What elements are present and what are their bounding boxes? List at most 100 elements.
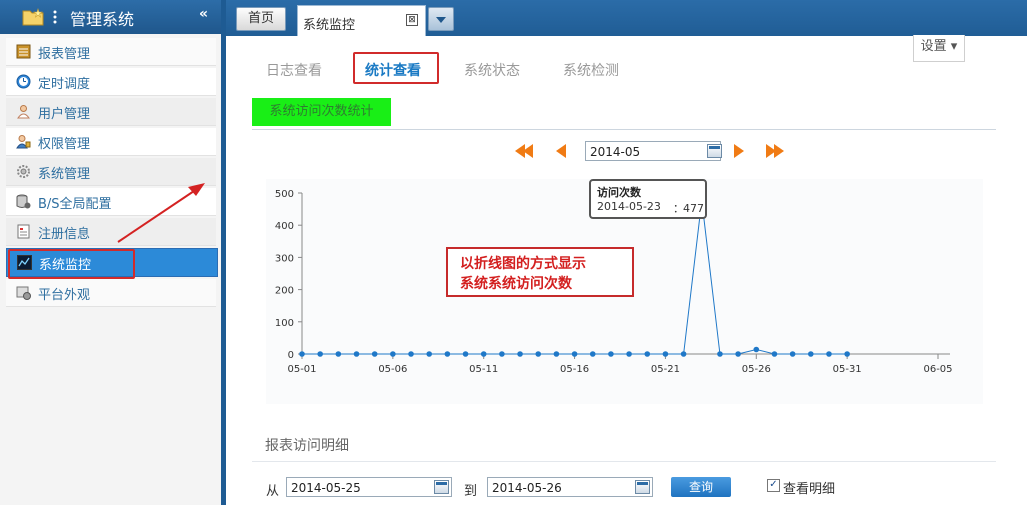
y-tick-label: 300 [275,253,294,264]
y-tick-label: 0 [288,350,294,361]
subtab-log[interactable]: 日志查看 [266,60,322,80]
chart-tooltip: 访问次数 2014-05-23 ： 477 [589,179,707,219]
x-tick-label: 05-21 [651,364,680,375]
divider [252,129,996,130]
data-point [680,351,687,357]
sidebar-item-label: 系统监控 [39,258,92,273]
sidebar-item-bs-config[interactable]: B/S全局配置 [6,188,216,216]
menu-dots-icon [53,10,57,24]
tab-home[interactable]: 首页 [236,7,286,31]
report-icon [16,44,31,59]
tab-system-monitor[interactable]: 系统监控 ⊠ [297,5,426,37]
annotation-line-1: 以折线图的方式显示 [460,256,586,272]
user-icon [17,105,30,119]
data-point [589,351,596,357]
app-title: 管理系统 [70,10,135,29]
calendar-icon[interactable] [635,480,650,494]
sidebar-item-system[interactable]: 系统管理 [6,158,216,186]
calendar-icon[interactable] [707,144,722,158]
sidebar-item-label: 注册信息 [38,227,91,242]
x-tick-label: 05-16 [560,364,589,375]
tab-label: 系统监控 [303,18,356,33]
subtab-statistics[interactable]: 统计查看 [365,60,421,80]
data-point [499,351,505,357]
data-point [408,351,414,357]
next-month-button[interactable] [734,144,744,162]
sidebar-item-report[interactable]: 报表管理 [6,38,216,66]
line-chart: 0 100 200 300 400 500 05-01 05-06 05-11 05-16 05-2… [266,179,983,404]
sidebar-item-schedule[interactable]: 定时调度 [6,68,216,96]
clock-icon [16,74,31,89]
to-label: 到 [464,484,478,499]
sidebar-item-monitor[interactable]: 系统监控 [6,248,218,277]
data-point [789,351,796,357]
subtab-check[interactable]: 系统检测 [563,60,619,80]
sidebar-item-appearance[interactable]: 平台外观 [6,279,216,307]
x-tick-label: 05-06 [378,364,407,375]
y-tick-label: 500 [275,189,294,200]
monitor-icon [17,255,32,270]
sidebar-item-permission[interactable]: 权限管理 [6,128,216,156]
appearance-icon [16,286,31,300]
data-point [426,351,432,357]
data-point [353,351,360,357]
month-input[interactable]: 2014-05 [585,141,721,161]
section-label: 系统访问次数统计 [252,98,391,126]
chevron-down-icon [436,17,446,23]
permission-icon [16,135,31,149]
data-point [444,351,451,357]
data-point [299,351,305,357]
data-point [517,351,523,357]
data-point [317,351,323,357]
data-point [662,351,669,357]
data-point [626,351,632,357]
register-icon [17,224,30,239]
query-button[interactable]: 查询 [671,477,731,497]
data-point [644,351,651,357]
sidebar-item-users[interactable]: 用户管理 [6,98,216,126]
from-label: 从 [266,484,280,499]
data-point [553,351,560,357]
prev-month-button[interactable] [556,144,566,162]
sidebar-item-label: 定时调度 [38,77,91,92]
first-month-button[interactable] [515,144,533,162]
close-icon[interactable]: ⊠ [406,14,418,26]
detail-section-title: 报表访问明细 [265,438,349,454]
sidebar-item-register[interactable]: 注册信息 [6,218,216,246]
collapse-sidebar-button[interactable]: « [199,6,208,22]
tooltip-date: 2014-05-23 [597,200,661,213]
tab-menu-button[interactable] [428,7,454,31]
to-date-input[interactable]: 2014-05-26 [487,477,653,497]
last-month-button[interactable] [766,144,784,162]
folder-star-icon [22,8,44,26]
x-tick-label: 06-05 [923,364,952,375]
detail-checkbox[interactable]: ✓ [767,479,780,492]
data-point [717,351,723,357]
data-point [735,351,741,357]
x-tick-label: 05-11 [469,364,498,375]
annotation-line-2: 系统系统访问次数 [460,276,572,292]
calendar-icon[interactable] [434,480,449,494]
data-point [335,351,342,357]
detail-checkbox-label: 查看明细 [783,482,836,497]
sidebar-item-label: 系统管理 [38,167,91,182]
y-tick-label: 100 [275,318,294,329]
data-point [371,351,378,357]
annotation-box: 以折线图的方式显示 系统系统访问次数 [446,247,634,297]
data-point [535,351,542,357]
data-point [753,346,760,353]
data-point [826,351,832,357]
y-tick-label: 200 [275,286,294,297]
data-point [771,351,778,357]
from-date-input[interactable]: 2014-05-25 [286,477,452,497]
sidebar-item-label: 权限管理 [38,137,91,152]
settings-dropdown[interactable]: 设置 ▾ [913,35,965,62]
data-point [390,351,396,357]
subtab-status[interactable]: 系统状态 [464,60,520,80]
divider [252,461,996,462]
y-tick-label: 400 [275,221,294,232]
data-point [808,351,814,357]
x-tick-label: 05-01 [287,364,316,375]
tab-bar: 首页 系统监控 ⊠ [226,0,1027,37]
sidebar-item-label: 报表管理 [38,47,91,62]
